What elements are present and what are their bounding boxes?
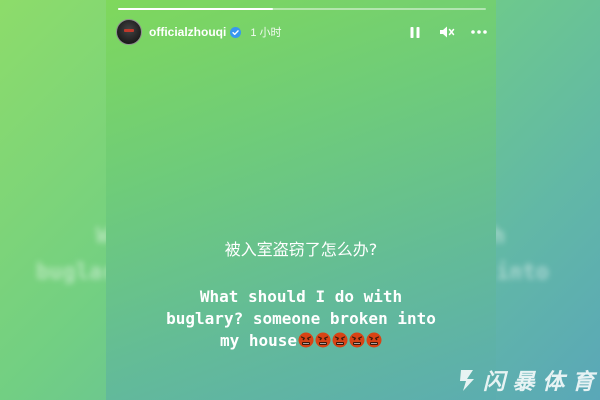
caption-line: my house: [219, 331, 298, 350]
background-text: into: [496, 260, 549, 285]
watermark-text: 闪 暴 体 育: [483, 370, 594, 395]
story-header: officialzhouqi 1 小时: [116, 18, 488, 46]
story-card[interactable]: officialzhouqi 1 小时 被入室盗窃了怎么办? What shou…: [106, 0, 496, 400]
mute-icon: [440, 26, 455, 38]
pause-icon: [410, 26, 420, 38]
story-progress-bar: [118, 8, 486, 10]
verified-badge-icon: [230, 26, 242, 38]
lightning-logo-icon: [460, 370, 475, 391]
caption-line: What should I do with: [199, 287, 403, 306]
story-caption-english: What should I do with buglary? someone b…: [106, 286, 496, 352]
more-options-button[interactable]: [470, 23, 488, 41]
watermark: 闪 暴 体 育: [457, 364, 594, 396]
mute-button[interactable]: [438, 23, 456, 41]
angry-face-emoji-icon: [366, 332, 382, 348]
angry-face-emoji-icon: [315, 332, 331, 348]
more-icon: [471, 30, 487, 34]
username[interactable]: officialzhouqi: [149, 25, 226, 39]
story-caption-chinese: 被入室盗窃了怎么办?: [224, 240, 378, 259]
angry-face-emoji-icon: [349, 332, 365, 348]
story-viewer: W buglary h into officialzhouqi 1 小时 被入室…: [0, 0, 600, 400]
emoji-row: [297, 331, 382, 350]
story-controls: [406, 23, 488, 41]
avatar[interactable]: [116, 19, 142, 45]
post-time: 1 小时: [250, 27, 282, 39]
caption-line-with-emoji: my house: [106, 330, 496, 352]
angry-face-emoji-icon: [332, 332, 348, 348]
pause-button[interactable]: [406, 23, 424, 41]
story-progress-fill: [118, 8, 273, 10]
caption-line: buglary? someone broken into: [166, 309, 436, 328]
angry-face-emoji-icon: [298, 332, 314, 348]
